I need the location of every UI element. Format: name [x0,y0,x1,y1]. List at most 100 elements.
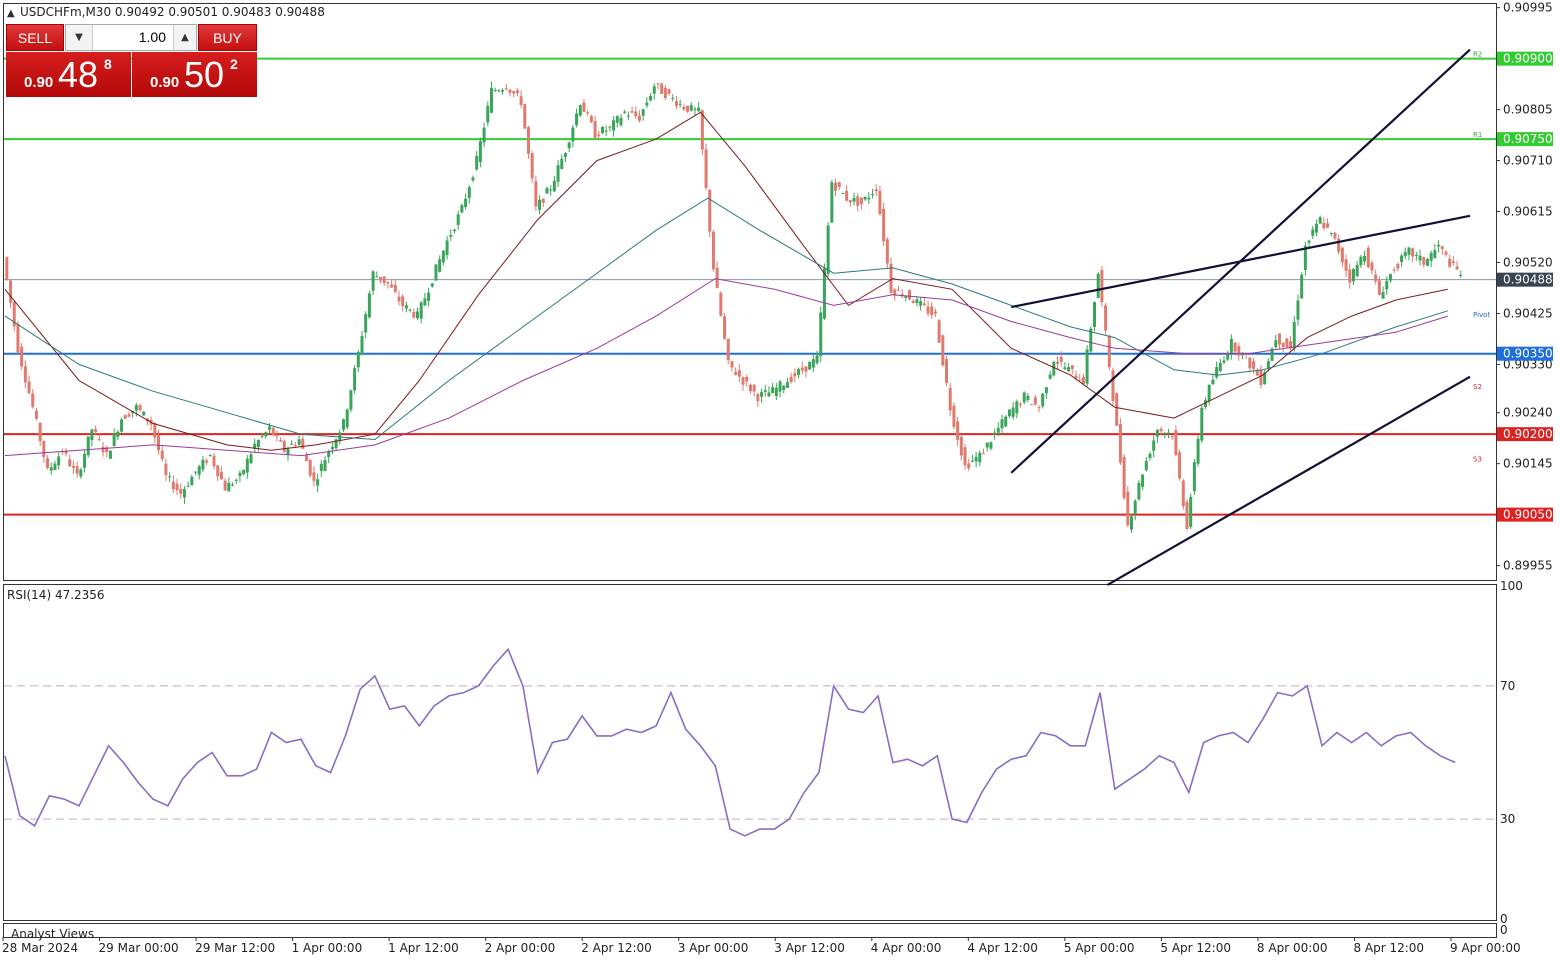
candle-body [1363,255,1367,262]
candle-body [834,182,838,191]
candle-body [1448,258,1452,267]
candle-body [197,466,201,475]
candle-body [841,193,845,195]
candle-body [1392,269,1396,271]
candle-body [5,257,9,280]
buy-button[interactable]: BUY [198,24,257,51]
candle-body [83,453,87,468]
candle-body [1085,349,1089,384]
candle-body [782,385,786,391]
candle-body [974,456,978,462]
candle-body [945,359,949,383]
candle-body [711,231,715,270]
price-axis-label: 0.90425 [1503,306,1553,320]
candle-body [216,465,220,477]
candle-body [863,197,867,200]
candle-body [871,193,875,195]
candle-body [134,405,138,411]
candle-body [275,435,279,437]
candle-body [53,463,57,470]
candle-body [401,296,405,307]
candle-body [49,467,53,471]
candle-body [138,405,142,411]
candle-body [319,463,323,472]
candle-body [730,361,734,368]
candle-body [1044,387,1048,394]
candle-body [1037,407,1041,409]
candle-body [293,445,297,447]
candle-body [1333,232,1337,239]
candle-body [9,280,13,303]
candle-body [885,239,889,264]
lot-size-input[interactable]: 1.00 [93,25,172,50]
sell-price-big: 48 [58,54,99,95]
candle-body [578,105,582,116]
candle-body [1429,252,1433,261]
analyst-views-label[interactable]: Analyst Views [11,927,94,941]
candle-body [116,431,120,437]
candle-body [896,289,900,291]
candle-body [194,471,198,473]
candle-body [1307,240,1311,243]
trading-chart[interactable]: R2R1PivotS2S3 0.909950.909000.908050.907… [0,0,1560,960]
candle-body [308,459,312,476]
candle-body [482,127,486,143]
candle-body [1030,404,1034,406]
candle-body [478,141,482,163]
candle-body [641,109,645,116]
rsi-line [4,647,1456,837]
price-axis-label: 0.90145 [1503,457,1553,471]
candle-body [619,117,623,125]
channel-line-3[interactable] [1106,375,1471,586]
candle-body [345,409,349,428]
candle-body [212,455,216,467]
candle-body [1400,255,1404,263]
candle-body [519,96,523,105]
candle-body [486,105,490,123]
lot-size-field[interactable]: ▼ 1.00 ▲ [65,24,197,51]
symbol-dropdown-icon[interactable]: ▲ [7,8,15,19]
candle-body [586,112,590,114]
lot-increase-icon[interactable]: ▲ [173,25,196,50]
candle-body [1326,223,1330,228]
candle-body [27,381,31,394]
candle-body [475,155,479,170]
sell-price-prefix: 0.90 [24,74,54,91]
candle-body [978,452,982,463]
candle-body [826,225,830,274]
buy-price-button[interactable]: 0.90 50 2 [132,52,257,97]
candle-body [1041,393,1045,407]
candle-body [71,465,75,468]
candle-body [1000,419,1004,429]
level-price-label: 0.90900 [1503,52,1553,66]
candle-body [689,105,693,111]
candle-body [1093,302,1097,327]
candle-body [1314,223,1318,233]
candle-body [922,303,926,305]
candle-body [593,121,597,138]
candle-body [682,106,686,110]
candle-body [549,189,553,191]
candle-body [20,346,24,367]
sell-price-button[interactable]: 0.90 48 8 [6,52,131,97]
lot-decrease-icon[interactable]: ▼ [66,25,93,50]
candle-body [985,442,989,448]
time-axis-label: 4 Apr 00:00 [871,941,942,955]
candle-body [1200,407,1204,441]
candle-body [242,469,246,475]
candle-body [419,302,423,319]
candle-body [608,126,612,128]
candle-body [260,435,264,437]
candle-body [793,373,797,377]
candle-body [1255,370,1259,376]
candle-body [1252,361,1256,369]
candle-body [1063,367,1067,369]
sell-button[interactable]: SELL [6,24,64,51]
rsi-chart-frame [3,584,1497,921]
time-axis-label: 1 Apr 12:00 [388,941,459,955]
candle-body [756,394,760,402]
candle-body [785,382,789,388]
candle-body [567,142,571,149]
candle-body [1418,255,1422,261]
candle-body [371,271,375,291]
